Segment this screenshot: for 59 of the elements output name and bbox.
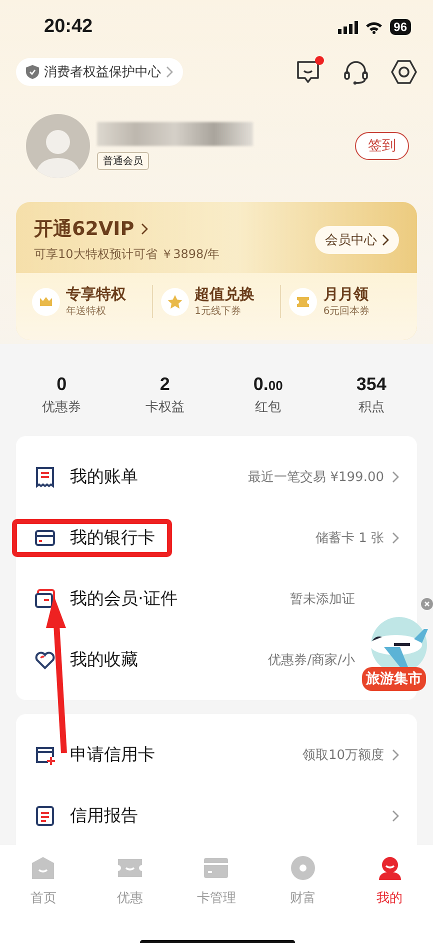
menu-item-value: 储蓄卡 1 张: [315, 530, 384, 546]
vip-subtitle: 可享10大特权预计可省 ￥3898/年: [34, 246, 220, 263]
menu-item[interactable]: 信用报告: [70, 804, 138, 827]
stat-label: 卡权益: [145, 399, 184, 416]
travel-ad-badge[interactable]: 旅游集市: [360, 595, 433, 695]
chevron-icon: [392, 748, 399, 760]
chevron-icon: [166, 66, 173, 78]
stat-label: 积点: [358, 399, 384, 416]
crown-icon: [32, 288, 60, 316]
card-icon: [203, 855, 230, 881]
menu-item-value: 最近一笔交易 ¥199.00: [248, 468, 384, 486]
menu-item[interactable]: 我的银行卡: [70, 526, 155, 549]
perk-subtitle: 年送特权: [66, 304, 107, 318]
stat-label: 优惠券: [42, 399, 82, 416]
chevron-icon: [392, 532, 399, 544]
receipt-icon: [34, 466, 56, 488]
perk-title[interactable]: 超值兑换: [194, 285, 255, 304]
chevron-icon: [141, 223, 148, 235]
headset-icon[interactable]: [343, 59, 369, 85]
shield-icon: [26, 65, 39, 79]
signal-icon: [338, 20, 358, 34]
cards-icon: [34, 588, 56, 610]
menu-item[interactable]: 我的会员·证件: [70, 587, 178, 610]
tab-item[interactable]: 我的: [346, 855, 433, 907]
settings-icon[interactable]: [391, 59, 417, 85]
chevron-icon: [392, 810, 399, 822]
ad-label[interactable]: 旅游集市: [362, 667, 426, 691]
coin-icon: [290, 855, 316, 881]
chevron-icon: [392, 470, 399, 482]
person-icon: [376, 855, 403, 881]
chat-icon: [295, 60, 321, 84]
stat-value[interactable]: 2: [160, 374, 170, 395]
menu-item-value: 暂未添加证: [290, 590, 355, 608]
vip-title[interactable]: 开通62VIP: [34, 216, 220, 242]
menu-item-value: 领取10万额度: [302, 746, 384, 764]
stat-value[interactable]: 0: [56, 374, 67, 395]
ticket-icon: [289, 288, 318, 316]
checkin-button[interactable]: 签到: [355, 132, 409, 160]
chevron-icon: [382, 234, 389, 246]
menu-item-value: 优惠券/商家/小: [268, 652, 355, 668]
perk-title[interactable]: 专享特权: [66, 285, 126, 304]
consumer-protection-link[interactable]: 消费者权益保护中心: [16, 58, 183, 86]
menu-item[interactable]: 我的收藏: [70, 648, 138, 671]
report-icon: [34, 804, 56, 826]
perk-subtitle: 6元回本券: [323, 304, 370, 318]
battery-level: 96: [390, 19, 411, 35]
status-time: 20:42: [44, 16, 93, 38]
member-level-badge: 普通会员: [97, 152, 149, 170]
member-center-button[interactable]: 会员中心: [315, 226, 399, 254]
close-icon[interactable]: [421, 598, 433, 610]
perk-subtitle: 1元线下券: [194, 304, 242, 318]
stat-label: 红包: [255, 399, 282, 416]
wifi-icon: [364, 20, 383, 34]
home-icon: [30, 855, 56, 881]
menu-item[interactable]: 申请信用卡: [70, 743, 155, 766]
stat-value[interactable]: 0.00: [253, 374, 283, 395]
menu-item[interactable]: 我的账单: [70, 465, 138, 488]
perk-title[interactable]: 月月领: [323, 285, 370, 304]
stat-value[interactable]: 354: [356, 374, 386, 395]
